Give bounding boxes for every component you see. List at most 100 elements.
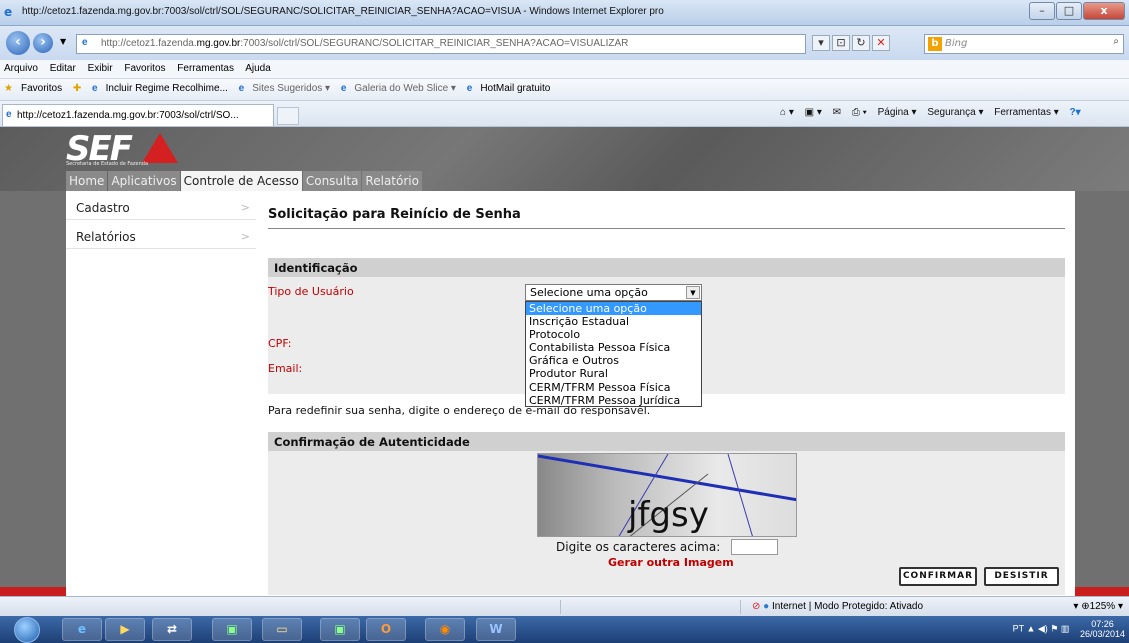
regenerate-image-link[interactable]: Gerar outra Imagem: [608, 556, 734, 569]
mail-icon[interactable]: ✉: [833, 107, 841, 118]
nav-controle-de-acesso[interactable]: Controle de Acesso: [180, 171, 302, 191]
menu-item[interactable]: Ferramentas: [177, 63, 234, 74]
feeds-icon[interactable]: ▣ ▾: [805, 107, 822, 118]
zone-text: Internet | Modo Protegido: Ativado: [772, 601, 924, 612]
search-icon[interactable]: ⌕: [1113, 36, 1119, 47]
tipo-usuario-select[interactable]: Selecione uma opção ▼: [525, 284, 702, 301]
back-button[interactable]: ‹: [6, 31, 30, 55]
stop-icon[interactable]: ✕: [872, 35, 890, 51]
favorites-star-icon[interactable]: ★: [4, 83, 13, 94]
page-icon: e: [6, 109, 12, 120]
compat-view-icon[interactable]: ⊡: [832, 35, 850, 51]
chevron-down-icon[interactable]: ▼: [686, 286, 700, 299]
menu-item[interactable]: Arquivo: [4, 63, 38, 74]
favorite-link[interactable]: Sites Sugeridos ▾: [252, 83, 330, 94]
menu-item[interactable]: Editar: [50, 63, 76, 74]
url-prefix: http://cetoz1.fazenda.: [101, 38, 197, 49]
nav-consulta[interactable]: Consulta: [302, 171, 362, 191]
favorite-link[interactable]: HotMail gratuito: [480, 83, 550, 94]
firefox-taskbar-icon[interactable]: ◉: [425, 618, 465, 641]
forward-button[interactable]: ›: [33, 33, 53, 53]
option-item[interactable]: CERM/TFRM Pessoa Jurídica: [526, 394, 701, 407]
home-icon[interactable]: ⌂ ▾: [780, 107, 794, 118]
search-box[interactable]: b Bing ⌕: [924, 34, 1124, 54]
page-menu[interactable]: Página ▾: [878, 107, 917, 118]
add-favorite-icon[interactable]: ✚: [73, 83, 81, 94]
protected-mode-icon: ⊘: [752, 601, 761, 612]
option-item[interactable]: Selecione uma opção: [526, 302, 701, 316]
address-tools: ▾ ⊡ ↻ ✕: [812, 35, 922, 53]
start-button[interactable]: [14, 617, 40, 643]
favorite-link[interactable]: Incluir Regime Recolhime...: [106, 83, 228, 94]
option-item[interactable]: Gráfica e Outros: [526, 354, 701, 367]
sidebar-item-relatorios[interactable]: Relatórios >: [66, 220, 256, 249]
zoom-level: 125%: [1089, 601, 1116, 612]
cpf-label: CPF:: [268, 337, 292, 350]
terminal-taskbar-icon[interactable]: ▣: [212, 618, 252, 641]
system-tray: PT ▲ ◀) ⚑ ▥ 07:26 26/03/2014: [1013, 619, 1125, 639]
flag-icon[interactable]: ⚑: [1050, 623, 1058, 633]
minimize-button[interactable]: –: [1029, 2, 1055, 20]
address-bar[interactable]: e http://cetoz1.fazenda.mg.gov.br:7003/s…: [76, 34, 806, 54]
network-taskbar-icon[interactable]: ⇄: [152, 618, 192, 641]
word-taskbar-icon[interactable]: W: [476, 618, 516, 641]
terminal2-taskbar-icon[interactable]: ▣: [320, 618, 360, 641]
option-item[interactable]: CERM/TFRM Pessoa Física: [526, 381, 701, 394]
zoom-control[interactable]: ▾ ⊕125% ▾: [1073, 601, 1123, 612]
option-item[interactable]: Protocolo: [526, 328, 701, 341]
browser-tab[interactable]: e http://cetoz1.fazenda.mg.gov.br:7003/s…: [2, 104, 274, 126]
security-menu[interactable]: Segurança ▾: [927, 107, 983, 118]
sidebar-item-cadastro[interactable]: Cadastro >: [66, 191, 256, 220]
captcha-input[interactable]: [731, 539, 778, 555]
maximize-button[interactable]: □: [1056, 2, 1082, 20]
close-button[interactable]: x: [1083, 2, 1125, 20]
nav-aplicativos[interactable]: Aplicativos: [108, 171, 180, 191]
web-page: SEF Secretaria de Estado de Fazenda Home…: [0, 127, 1129, 596]
refresh-icon[interactable]: ↻: [852, 35, 870, 51]
favorites-button[interactable]: Favoritos: [21, 83, 62, 94]
footer-bar-left: [0, 587, 66, 596]
option-item[interactable]: Contabilista Pessoa Física: [526, 341, 701, 354]
volume-icon[interactable]: ◀): [1038, 623, 1048, 633]
history-dropdown-icon[interactable]: ▼: [60, 37, 66, 46]
clock-date: 26/03/2014: [1079, 629, 1125, 639]
zoom-icon: ⊕: [1081, 601, 1090, 612]
dropdown-icon[interactable]: ▾: [812, 35, 830, 51]
option-item[interactable]: Produtor Rural: [526, 367, 701, 380]
chevron-right-icon: >: [240, 230, 250, 243]
nav-relatorio[interactable]: Relatório: [362, 171, 422, 191]
tools-menu[interactable]: Ferramentas ▾: [994, 107, 1058, 118]
menu-item[interactable]: Ajuda: [245, 63, 271, 74]
confirm-button[interactable]: CONFIRMAR: [899, 567, 977, 586]
clock[interactable]: 07:26 26/03/2014: [1080, 619, 1125, 639]
help-icon[interactable]: ?▾: [1070, 107, 1081, 118]
sidebar-item-label: Relatórios: [76, 230, 136, 244]
url-domain: mg.gov.br: [196, 38, 241, 49]
tray-arrow-icon[interactable]: ▲: [1026, 623, 1035, 633]
option-item[interactable]: Inscrição Estadual: [526, 315, 701, 328]
outlook-taskbar-icon[interactable]: O: [366, 618, 406, 641]
explorer-taskbar-icon[interactable]: ▭: [262, 618, 302, 641]
cancel-button[interactable]: DESISTIR: [984, 567, 1059, 586]
print-icon[interactable]: ⎙ ▾: [852, 107, 867, 118]
favorite-link[interactable]: Galeria do Web Slice ▾: [354, 83, 456, 94]
title-bar: e http://cetoz1.fazenda.mg.gov.br:7003/s…: [0, 0, 1129, 26]
security-zone[interactable]: ⊘ ● Internet | Modo Protegido: Ativado: [752, 601, 923, 612]
captcha-image: jfgsy: [537, 453, 797, 537]
address-row: ‹ › ▼ e http://cetoz1.fazenda.mg.gov.br:…: [0, 26, 1129, 60]
new-tab-button[interactable]: [277, 107, 299, 125]
menu-item[interactable]: Favoritos: [124, 63, 165, 74]
media-taskbar-icon[interactable]: ▶: [105, 618, 145, 641]
browser-window: e http://cetoz1.fazenda.mg.gov.br:7003/s…: [0, 0, 1129, 643]
select-value: Selecione uma opção: [530, 286, 648, 299]
search-placeholder: Bing: [945, 38, 968, 49]
tipo-usuario-options: Selecione uma opção Inscrição Estadual P…: [525, 301, 702, 407]
nav-home[interactable]: Home: [66, 171, 108, 191]
clock-time: 07:26: [1091, 619, 1114, 629]
ie-taskbar-icon[interactable]: e: [62, 618, 102, 641]
menu-item[interactable]: Exibir: [88, 63, 113, 74]
network-icon[interactable]: ▥: [1061, 623, 1070, 633]
favorites-bar: ★ Favoritos ✚ e Incluir Regime Recolhime..…: [0, 79, 1129, 101]
bing-logo-icon: b: [928, 37, 942, 51]
language-indicator[interactable]: PT: [1013, 623, 1024, 633]
